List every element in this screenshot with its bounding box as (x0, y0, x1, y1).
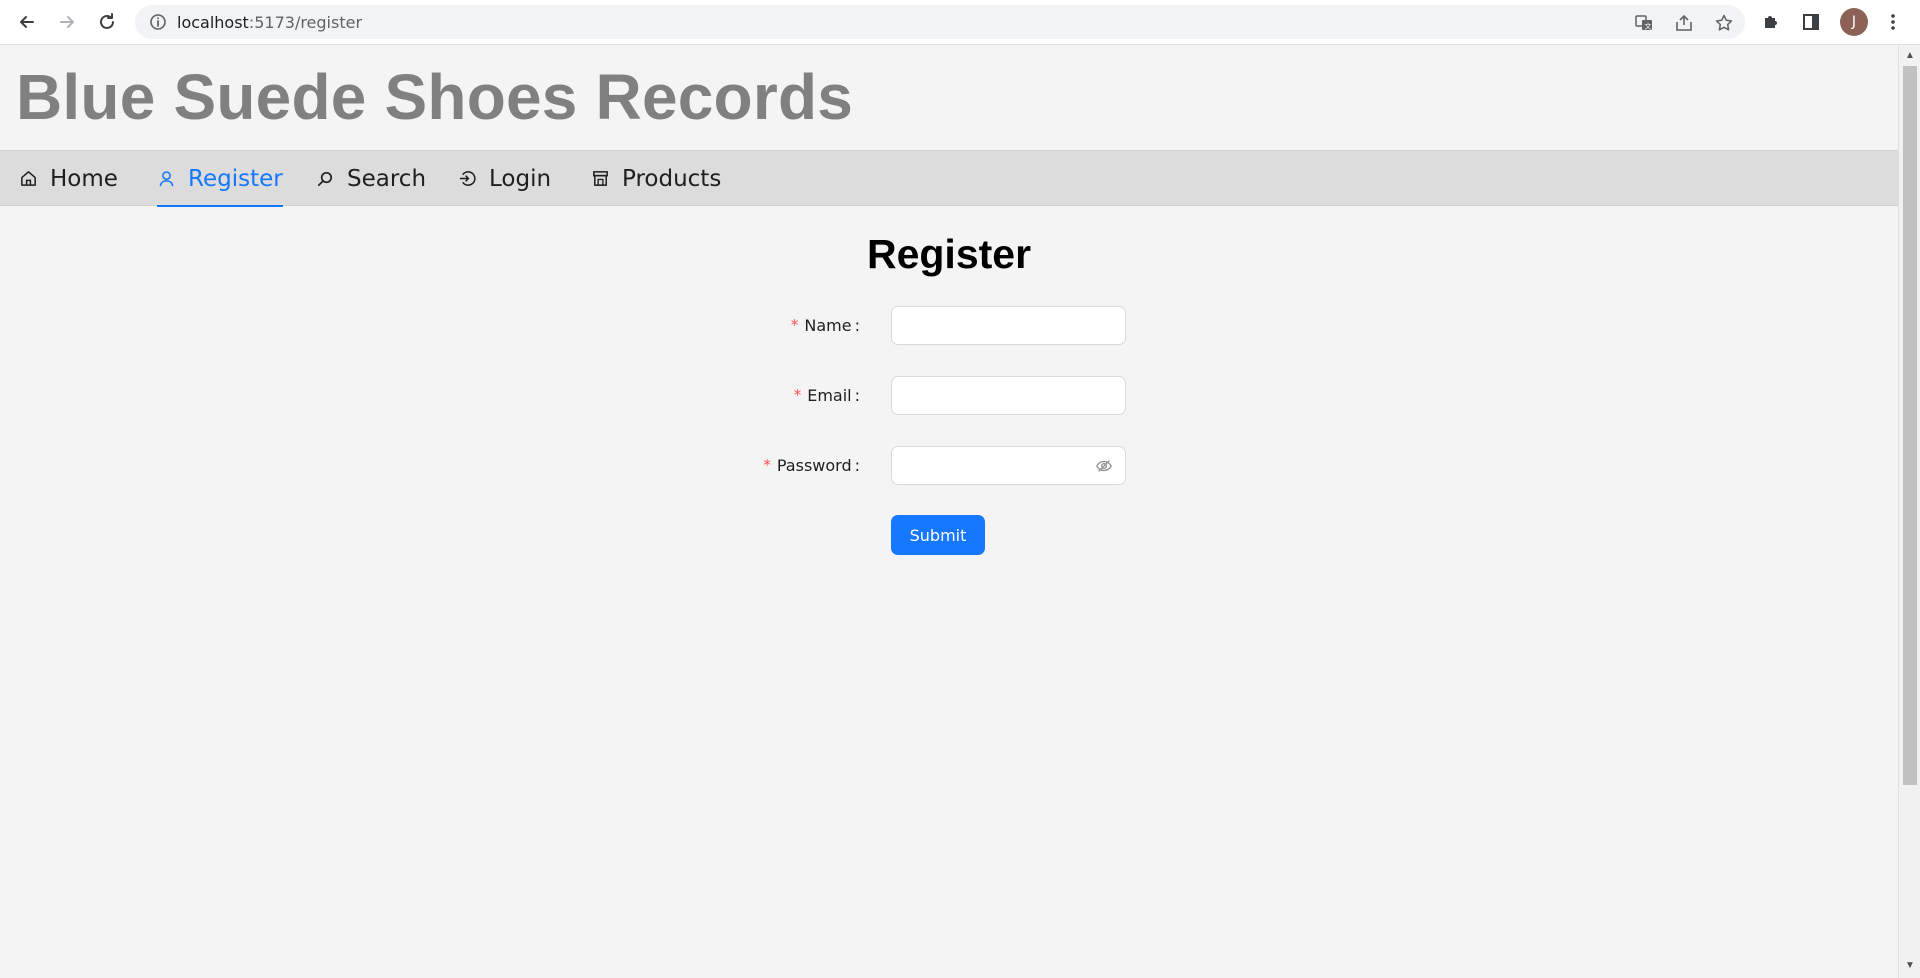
login-icon (459, 171, 476, 186)
scroll-thumb[interactable] (1903, 66, 1917, 785)
search-icon (317, 171, 333, 187)
side-panel-icon (1803, 14, 1819, 30)
more-vertical-icon (1891, 14, 1895, 30)
scroll-up-icon[interactable]: ▲ (1904, 50, 1916, 62)
email-label-text: Email (807, 385, 852, 405)
required-mark: * (790, 316, 799, 334)
url-text[interactable]: localhost:5173/register (177, 13, 362, 32)
site-title: Blue Suede Shoes Records (16, 61, 854, 133)
extensions-button[interactable] (1759, 10, 1783, 34)
arrow-left-icon (20, 16, 34, 28)
star-icon (1715, 14, 1733, 31)
page-scrollbar[interactable]: ▲ ▼ (1898, 46, 1920, 978)
puzzle-icon (1765, 16, 1777, 28)
menu-item-products[interactable]: Products (591, 151, 721, 206)
reload-icon (100, 13, 114, 29)
email-label: * Email: (793, 385, 860, 405)
menu-item-label: Register (188, 165, 283, 192)
address-bar[interactable]: localhost:5173/register 文 (135, 5, 1745, 39)
password-label: * Password: (763, 455, 860, 475)
home-icon (21, 171, 36, 186)
menu-item-register[interactable]: Register (157, 151, 283, 207)
menu-item-search[interactable]: Search (316, 151, 426, 206)
info-icon[interactable] (149, 13, 167, 31)
back-button[interactable] (12, 7, 42, 37)
eye-invisible-icon[interactable] (1095, 457, 1113, 475)
menu-item-label: Home (50, 165, 118, 192)
arrow-right-icon (60, 16, 74, 28)
share-icon (1676, 14, 1692, 31)
menu-item-label: Login (489, 165, 552, 192)
url-host: localhost (177, 13, 249, 32)
name-label: * Name: (790, 315, 860, 335)
menu-item-login[interactable]: Login (458, 151, 551, 206)
browser-menu-button[interactable] (1881, 10, 1905, 34)
shop-icon (593, 171, 608, 186)
email-field[interactable] (891, 376, 1126, 415)
name-field[interactable] (891, 306, 1126, 345)
menu-item-home[interactable]: Home (19, 151, 118, 206)
share-button[interactable] (1673, 12, 1695, 34)
name-label-text: Name (804, 315, 852, 335)
main-menu: Home Register Search Login Products (0, 150, 1898, 207)
menu-item-label: Search (347, 165, 427, 192)
menu-item-label: Products (622, 165, 722, 192)
forward-button[interactable] (52, 7, 82, 37)
required-mark: * (793, 386, 802, 404)
scroll-down-icon[interactable]: ▼ (1904, 960, 1916, 972)
submit-button[interactable]: Submit (891, 515, 985, 555)
translate-button[interactable]: 文 (1633, 12, 1655, 34)
side-panel-button[interactable] (1799, 10, 1823, 34)
browser-toolbar: localhost:5173/register 文 J (0, 0, 1920, 45)
form-title: Register (866, 231, 1032, 277)
avatar-initial: J (1851, 14, 1857, 30)
password-field[interactable] (891, 446, 1126, 485)
profile-avatar[interactable]: J (1840, 8, 1868, 36)
bookmark-button[interactable] (1713, 12, 1735, 34)
svg-text:文: 文 (1645, 22, 1652, 31)
page-content: Blue Suede Shoes Records Home Register S… (0, 46, 1898, 978)
password-label-text: Password (776, 455, 852, 475)
reload-button[interactable] (92, 7, 122, 37)
translate-icon: 文 (1635, 15, 1652, 31)
url-path: :5173/register (248, 13, 363, 32)
user-icon (159, 171, 174, 187)
required-mark: * (763, 456, 771, 474)
